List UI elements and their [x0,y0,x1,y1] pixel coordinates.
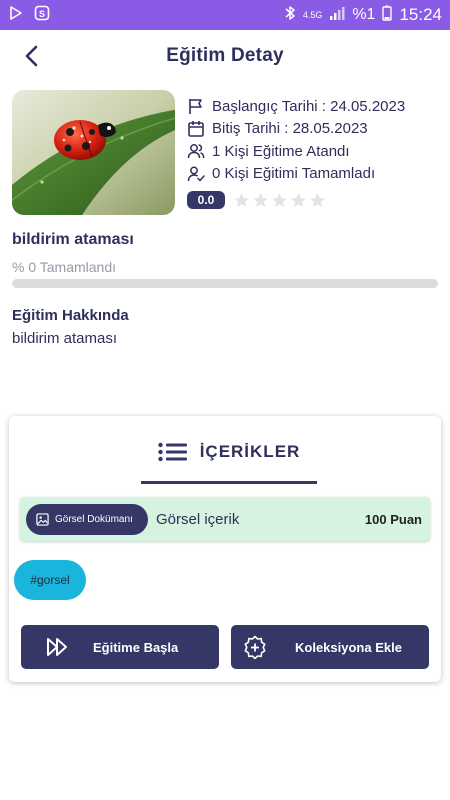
star-icon[interactable] [233,192,250,209]
star-icon[interactable] [309,192,326,209]
content-type-label: Görsel Dokümanı [55,513,133,525]
tag-chip[interactable]: #gorsel [14,560,86,600]
progress-bar [12,279,438,288]
status-bar: S 4.5G %1 15:24 [0,0,450,30]
start-date: Başlangıç Tarihi : 24.05.2023 [212,97,406,115]
content-item[interactable]: Görsel Dokümanı Görsel içerik 100 Puan [20,497,430,541]
user-check-icon [187,166,205,182]
back-button[interactable] [18,42,46,70]
end-date-row: Bitiş Tarihi : 28.05.2023 [187,118,442,141]
add-to-collection-label: Koleksiyona Ekle [295,639,402,655]
start-date-row: Başlangıç Tarihi : 24.05.2023 [187,95,442,118]
star-icon[interactable] [290,192,307,209]
list-icon [157,442,187,462]
tab-underline [141,481,317,484]
contents-card: İÇERİKLER Görsel Dokümanı Görsel içerik … [9,416,441,682]
progress-text: % 0 Tamamlandı [12,259,117,275]
play-store-icon [8,5,24,26]
calendar-icon [188,120,204,137]
app-header: Eğitim Detay [0,30,450,82]
content-name: Görsel içerik [156,510,240,528]
tab-contents-label: İÇERİKLER [199,442,301,461]
signal-icon [329,6,345,25]
chevron-left-icon [25,45,38,67]
svg-text:S: S [39,9,45,19]
completed-row: 0 Kişi Eğitimi Tamamladı [187,163,442,186]
bluetooth-icon [284,5,296,26]
users-icon [187,144,205,159]
training-title: bildirim ataması [12,231,134,248]
image-icon [36,512,49,526]
app-notification-icon: S [34,5,50,26]
start-training-button[interactable]: Eğitime Başla [21,625,219,669]
about-text: bildirim ataması [12,330,118,347]
tab-contents[interactable]: İÇERİKLER [141,438,317,484]
completed-count: 0 Kişi Eğitimi Tamamladı [212,165,376,183]
battery-icon [382,5,393,26]
content-points: 100 Puan [364,511,422,527]
flag-icon [189,99,202,115]
training-thumbnail [12,90,175,215]
about-title: Eğitim Hakkında [12,307,129,324]
assigned-row: 1 Kişi Eğitime Atandı [187,140,442,163]
battery-percent: %1 [352,6,376,23]
network-type: 4.5G [302,9,323,20]
star-icon[interactable] [252,192,269,209]
page-title: Eğitim Detay [166,45,284,66]
rating: 0.0 [187,191,328,209]
badge-plus-icon [244,635,266,659]
star-icon[interactable] [271,192,288,209]
start-training-label: Eğitime Başla [93,639,179,655]
play-forward-icon [47,638,67,656]
content-type-badge: Görsel Dokümanı [26,503,148,535]
training-info: Başlangıç Tarihi : 24.05.2023 Bitiş Tari… [187,95,442,185]
rating-badge: 0.0 [187,191,225,209]
add-to-collection-button[interactable]: Koleksiyona Ekle [231,625,429,669]
end-date: Bitiş Tarihi : 28.05.2023 [212,120,368,138]
assigned-count: 1 Kişi Eğitime Atandı [212,142,350,160]
clock: 15:24 [399,5,442,24]
